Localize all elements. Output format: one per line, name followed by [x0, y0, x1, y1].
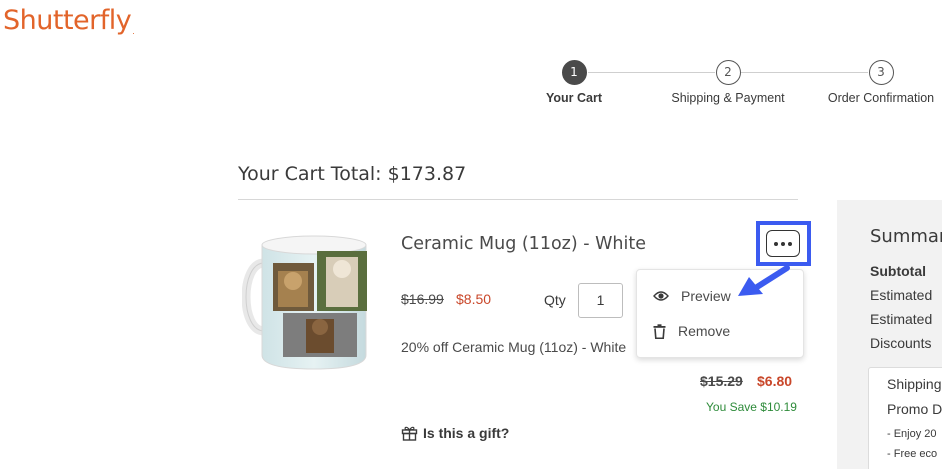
- more-icon-dot: [781, 241, 785, 246]
- promo-card-title: Promo D: [887, 401, 942, 417]
- step-shipping-payment: 2 Shipping & Payment: [658, 60, 798, 105]
- menu-item-preview[interactable]: Preview: [653, 288, 731, 304]
- gift-option[interactable]: Is this a gift?: [401, 425, 509, 441]
- summary-subtotal: Subtotal: [870, 263, 926, 279]
- step-label: Order Confirmation: [827, 91, 935, 105]
- summary-estimated-shipping: Estimated: [870, 287, 933, 303]
- menu-item-label: Preview: [681, 288, 731, 304]
- quantity-label: Qty: [544, 292, 566, 308]
- step-label: Your Cart: [545, 91, 603, 105]
- logo-text: Shutterfly: [3, 5, 132, 36]
- sale-price: $8.50: [456, 291, 492, 307]
- logo-mark: .: [132, 27, 135, 36]
- eye-icon: [653, 291, 669, 301]
- subtotal-sale: $6.80: [757, 373, 793, 389]
- divider: [238, 199, 798, 200]
- order-summary-panel: Summary Subtotal Estimated Estimated Dis…: [837, 200, 942, 469]
- menu-item-label: Remove: [678, 323, 731, 339]
- step-number: 1: [561, 60, 587, 85]
- promo-description: 20% off Ceramic Mug (11oz) - White: [401, 339, 627, 355]
- original-price: $16.99: [401, 291, 444, 307]
- product-image[interactable]: [242, 233, 374, 371]
- more-icon-dot: [788, 241, 792, 246]
- trash-icon: [653, 323, 666, 339]
- step-number: 2: [715, 60, 741, 85]
- step-order-confirmation: 3 Order Confirmation: [811, 60, 942, 105]
- step-number: 3: [868, 60, 894, 85]
- gift-icon: [401, 426, 418, 441]
- more-icon: [774, 241, 778, 246]
- arrow-annotation: [738, 265, 790, 296]
- step-label: Shipping & Payment: [671, 91, 785, 105]
- step-your-cart: 1 Your Cart: [504, 60, 644, 105]
- promo-card-detail: - Free eco: [887, 448, 938, 460]
- promo-card: Shipping Promo D - Enjoy 20 - Free eco: [868, 367, 942, 469]
- cart-total: Your Cart Total: $173.87: [238, 163, 467, 185]
- more-options-button[interactable]: [766, 230, 800, 257]
- product-title[interactable]: Ceramic Mug (11oz) - White: [401, 234, 646, 254]
- promo-card-shipping: Shipping: [887, 376, 942, 392]
- quantity-input[interactable]: 1: [578, 283, 623, 318]
- gift-label: Is this a gift?: [423, 425, 510, 441]
- shutterfly-logo[interactable]: Shutterfly.: [3, 5, 135, 36]
- summary-discounts: Discounts: [870, 335, 932, 351]
- subtotal-original: $15.29: [700, 373, 743, 389]
- summary-title: Summary: [870, 226, 942, 247]
- savings-text: You Save $10.19: [706, 400, 797, 414]
- promo-card-detail: - Enjoy 20: [887, 428, 937, 440]
- menu-item-remove[interactable]: Remove: [653, 323, 730, 339]
- summary-estimated-tax: Estimated: [870, 311, 933, 327]
